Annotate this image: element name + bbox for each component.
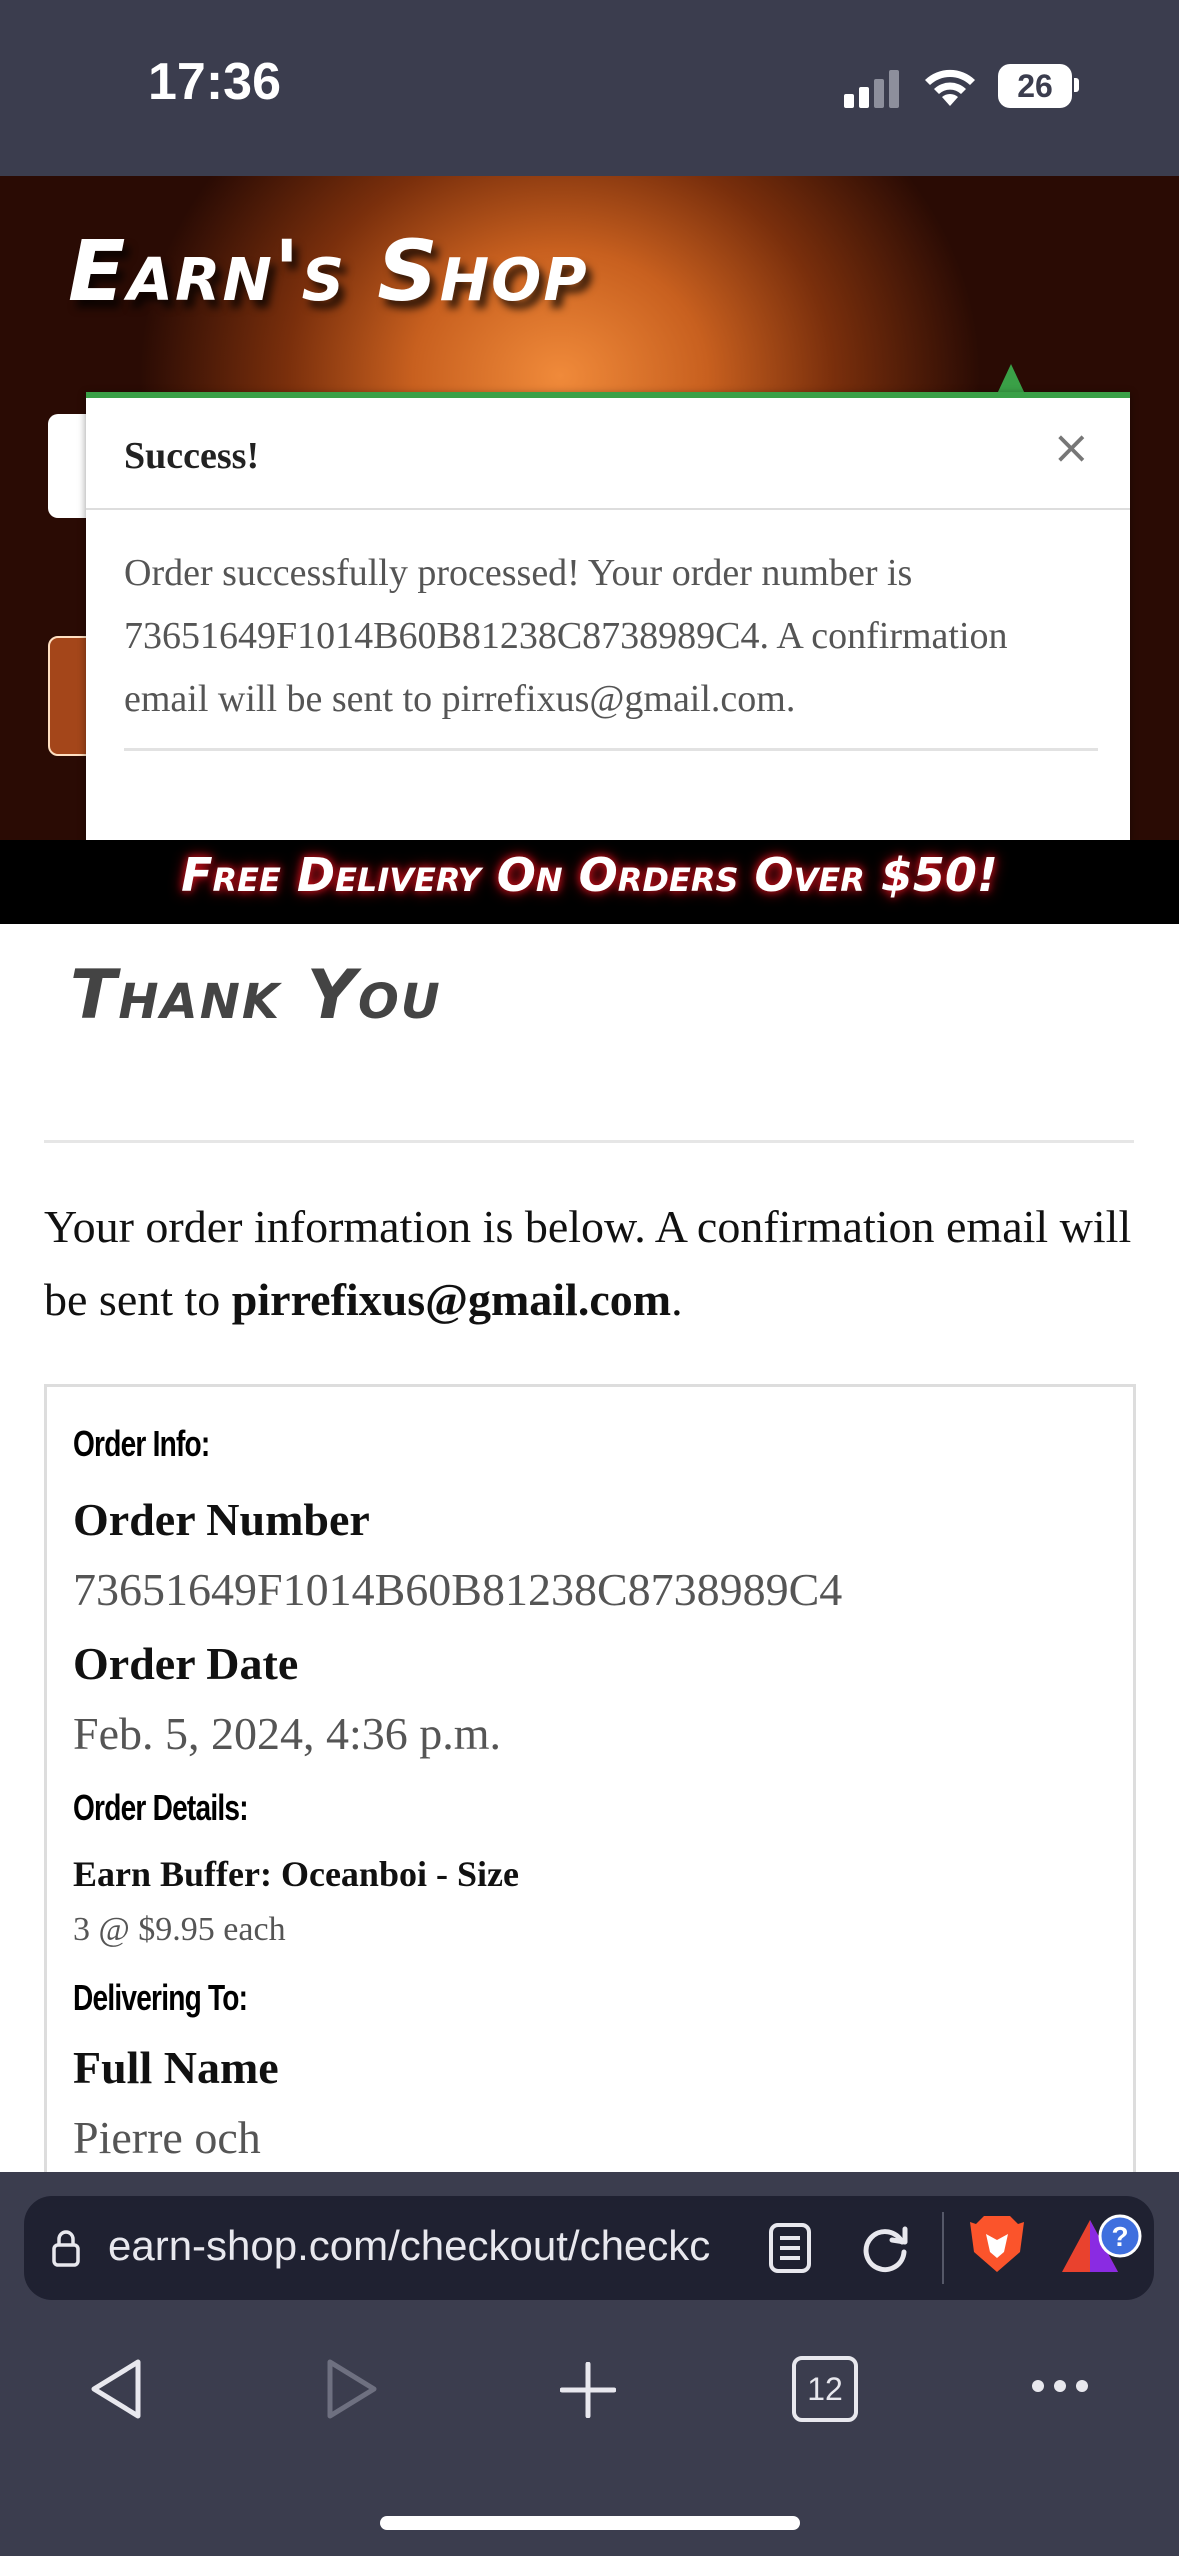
intro-text-end: . — [671, 1274, 683, 1325]
battery-tip — [1074, 78, 1079, 92]
order-item-quantity: 3 @ $9.95 each — [73, 1911, 286, 1948]
order-item-name: Earn Buffer: Oceanboi - Size — [73, 1854, 519, 1894]
brave-shields-icon[interactable] — [968, 2212, 1026, 2276]
modal-message: Order successfully processed! Your order… — [124, 552, 1008, 720]
order-info-label: Order Info: — [73, 1423, 210, 1464]
full-name-value: Pierre och — [73, 2112, 261, 2163]
url-text[interactable]: earn-shop.com/checkout/checkc — [108, 2222, 738, 2270]
full-name-label: Full Name — [73, 2042, 279, 2093]
success-modal: Success! × Order successfully processed!… — [86, 392, 1130, 840]
intro-text: Your order information is below. A confi… — [44, 1190, 1144, 1336]
wifi-icon — [925, 69, 975, 106]
modal-title: Success! — [124, 435, 260, 477]
forward-icon[interactable] — [322, 2356, 382, 2422]
close-icon[interactable]: × — [1052, 420, 1091, 474]
section-divider — [44, 1140, 1134, 1143]
intro-email: pirrefixus@gmail.com — [231, 1274, 672, 1325]
svg-text:?: ? — [1111, 2221, 1128, 2252]
battery-indicator: 26 — [998, 64, 1072, 108]
cellular-signal-icon — [844, 70, 899, 108]
status-time: 17:36 — [148, 53, 281, 111]
back-icon[interactable] — [86, 2356, 146, 2422]
reload-icon[interactable] — [858, 2222, 912, 2276]
reader-mode-icon[interactable] — [768, 2222, 812, 2274]
order-number-label: Order Number — [73, 1494, 370, 1545]
home-indicator[interactable] — [380, 2516, 800, 2530]
delivering-to-label: Delivering To: — [73, 1977, 248, 2018]
lock-icon — [52, 2230, 80, 2267]
modal-footer-divider — [124, 748, 1098, 751]
toolbar-divider — [942, 2212, 944, 2284]
order-number-value: 73651649F1014B60B81238C8738989C4 — [73, 1564, 843, 1615]
brave-rewards-icon[interactable]: ? — [1060, 2214, 1144, 2276]
shop-logo[interactable]: Earn's Shop — [68, 222, 589, 320]
new-tab-icon[interactable] — [560, 2362, 616, 2418]
promo-banner-text: Free Delivery On Orders Over $50! — [181, 848, 998, 902]
modal-divider — [86, 508, 1130, 510]
more-menu-icon[interactable] — [1030, 2376, 1090, 2396]
tabs-button[interactable]: 12 — [792, 2356, 858, 2422]
modal-pointer — [997, 364, 1025, 394]
order-details-label: Order Details: — [73, 1787, 249, 1828]
order-date-label: Order Date — [73, 1638, 299, 1689]
page-title: Thank You — [70, 956, 442, 1035]
order-date-value: Feb. 5, 2024, 4:36 p.m. — [73, 1708, 502, 1759]
